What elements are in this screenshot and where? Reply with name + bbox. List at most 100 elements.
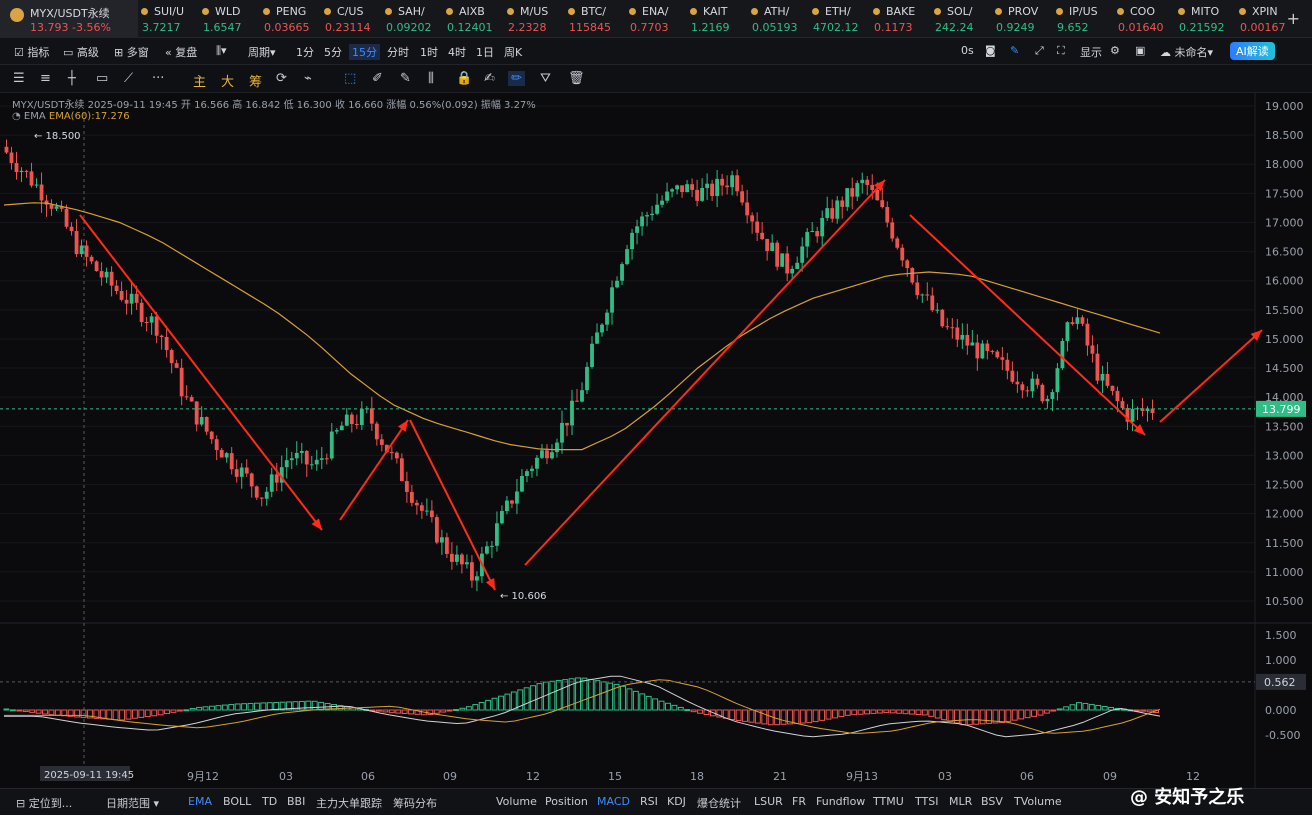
candle-body[interactable]: [865, 179, 870, 185]
candle-body[interactable]: [970, 342, 975, 346]
candle-body[interactable]: [560, 422, 564, 443]
candle-body[interactable]: [164, 337, 169, 351]
candle-body[interactable]: [199, 417, 204, 425]
indicator-rsi[interactable]: RSI: [640, 795, 658, 808]
period-timeshare[interactable]: 分时: [387, 44, 409, 60]
indicator-lsur[interactable]: LSUR: [754, 795, 783, 808]
candle-body[interactable]: [760, 232, 765, 239]
candle-body[interactable]: [640, 216, 644, 227]
candle-body[interactable]: [319, 458, 324, 460]
trash-icon[interactable]: 🗑: [568, 71, 585, 86]
ticker-9[interactable]: ENA/0.7703: [628, 3, 688, 37]
indicator-mlr[interactable]: MLR: [949, 795, 972, 808]
candle-body[interactable]: [104, 271, 109, 278]
candle-body[interactable]: [439, 537, 444, 543]
candle-body[interactable]: [129, 293, 134, 304]
candle-body[interactable]: [394, 452, 399, 459]
ticker-18[interactable]: MITO 0.21592: [1177, 3, 1237, 37]
candle-body[interactable]: [9, 152, 14, 164]
candle-body[interactable]: [660, 200, 664, 205]
candle-body[interactable]: [725, 185, 730, 188]
indicator-bbi[interactable]: BBI: [287, 795, 305, 808]
candle-body[interactable]: [595, 332, 599, 344]
candle-body[interactable]: [895, 238, 900, 248]
candle-body[interactable]: [530, 468, 534, 472]
period-1d[interactable]: 1日: [476, 44, 494, 60]
candle-body[interactable]: [565, 422, 569, 426]
indicator-爆仓统计[interactable]: 爆仓统计: [697, 795, 741, 811]
candle-body[interactable]: [424, 510, 429, 512]
candle-body[interactable]: [910, 268, 915, 283]
ticker-17[interactable]: COO 0.01640: [1116, 3, 1176, 37]
chart-area[interactable]: 19.000 18.500 18.000 17.500 17.000 16.500 16.0…: [0, 93, 1312, 788]
candle-body[interactable]: [790, 268, 795, 274]
candle-body[interactable]: [324, 458, 329, 460]
candle-body[interactable]: [414, 502, 419, 506]
candle-body[interactable]: [615, 280, 619, 288]
candle-body[interactable]: [680, 185, 684, 193]
camera-icon[interactable]: ◙: [985, 44, 996, 57]
candle-body[interactable]: [535, 457, 539, 469]
candle-body[interactable]: [610, 287, 614, 313]
candle-body[interactable]: [1020, 384, 1025, 391]
candle-body[interactable]: [925, 294, 930, 296]
candle-body[interactable]: [920, 294, 925, 296]
candle-body[interactable]: [369, 408, 374, 424]
candle-body[interactable]: [379, 439, 384, 445]
candle-body[interactable]: [1010, 370, 1015, 382]
ticker-14[interactable]: SOL/242.24: [933, 3, 993, 37]
candle-body[interactable]: [39, 184, 44, 201]
candle-body[interactable]: [490, 545, 494, 547]
candle-body[interactable]: [99, 271, 104, 278]
candle-body[interactable]: [1030, 378, 1035, 392]
candle-body[interactable]: [955, 327, 960, 340]
trend-arrow-line[interactable]: [1159, 329, 1263, 423]
candle-body[interactable]: [905, 260, 910, 269]
period-5m[interactable]: 5分: [324, 44, 342, 60]
candle-body[interactable]: [449, 553, 454, 562]
candle-body[interactable]: [995, 351, 1000, 358]
trend-arrow-line[interactable]: [909, 214, 1146, 436]
candle-body[interactable]: [359, 408, 364, 425]
ticker-11[interactable]: ATH/0.05193: [750, 3, 810, 37]
candle-body[interactable]: [875, 189, 880, 201]
candle-body[interactable]: [249, 473, 254, 487]
trendline-icon[interactable]: ⟋: [124, 71, 133, 86]
candle-body[interactable]: [459, 554, 464, 565]
candle-body[interactable]: [159, 335, 164, 338]
ticker-12[interactable]: ETH/4702.12: [811, 3, 871, 37]
candle-body[interactable]: [374, 423, 379, 440]
indicator-fundflow[interactable]: Fundflow: [816, 795, 865, 808]
candle-body[interactable]: [329, 431, 334, 459]
indicator-boll[interactable]: BOLL: [223, 795, 251, 808]
candle-body[interactable]: [49, 204, 54, 209]
candle-body[interactable]: [89, 256, 94, 262]
candle-body[interactable]: [880, 200, 885, 208]
horizontal-line-icon[interactable]: ┼: [68, 71, 76, 86]
candle-body[interactable]: [139, 302, 144, 323]
period-button[interactable]: 周期▾: [248, 44, 276, 60]
candle-body[interactable]: [289, 458, 294, 461]
candle-body[interactable]: [915, 282, 920, 296]
candle-body[interactable]: [1105, 373, 1110, 386]
candle-body[interactable]: [985, 343, 990, 351]
candle-body[interactable]: [720, 178, 725, 186]
indicator-筹码分布[interactable]: 筹码分布: [393, 795, 437, 811]
candle-body[interactable]: [239, 467, 244, 477]
advanced-button[interactable]: ▭ 高级: [63, 44, 99, 60]
ticker-1[interactable]: SUI/U 3.7217: [140, 3, 200, 37]
candle-body[interactable]: [825, 208, 830, 218]
candle-body[interactable]: [1095, 353, 1100, 381]
candle-body[interactable]: [695, 189, 700, 201]
candle-body[interactable]: [124, 299, 129, 304]
indicator-kdj[interactable]: KDJ: [667, 795, 686, 808]
indicator-td[interactable]: TD: [262, 795, 277, 808]
candle-body[interactable]: [735, 175, 740, 192]
display-button[interactable]: 显示: [1080, 44, 1102, 60]
candle-body[interactable]: [950, 327, 955, 329]
indicator-macd[interactable]: MACD: [597, 795, 630, 808]
candle-body[interactable]: [670, 189, 674, 192]
settings-icon[interactable]: ⚙: [1110, 44, 1120, 57]
candle-body[interactable]: [149, 316, 154, 323]
candle-body[interactable]: [404, 481, 409, 492]
